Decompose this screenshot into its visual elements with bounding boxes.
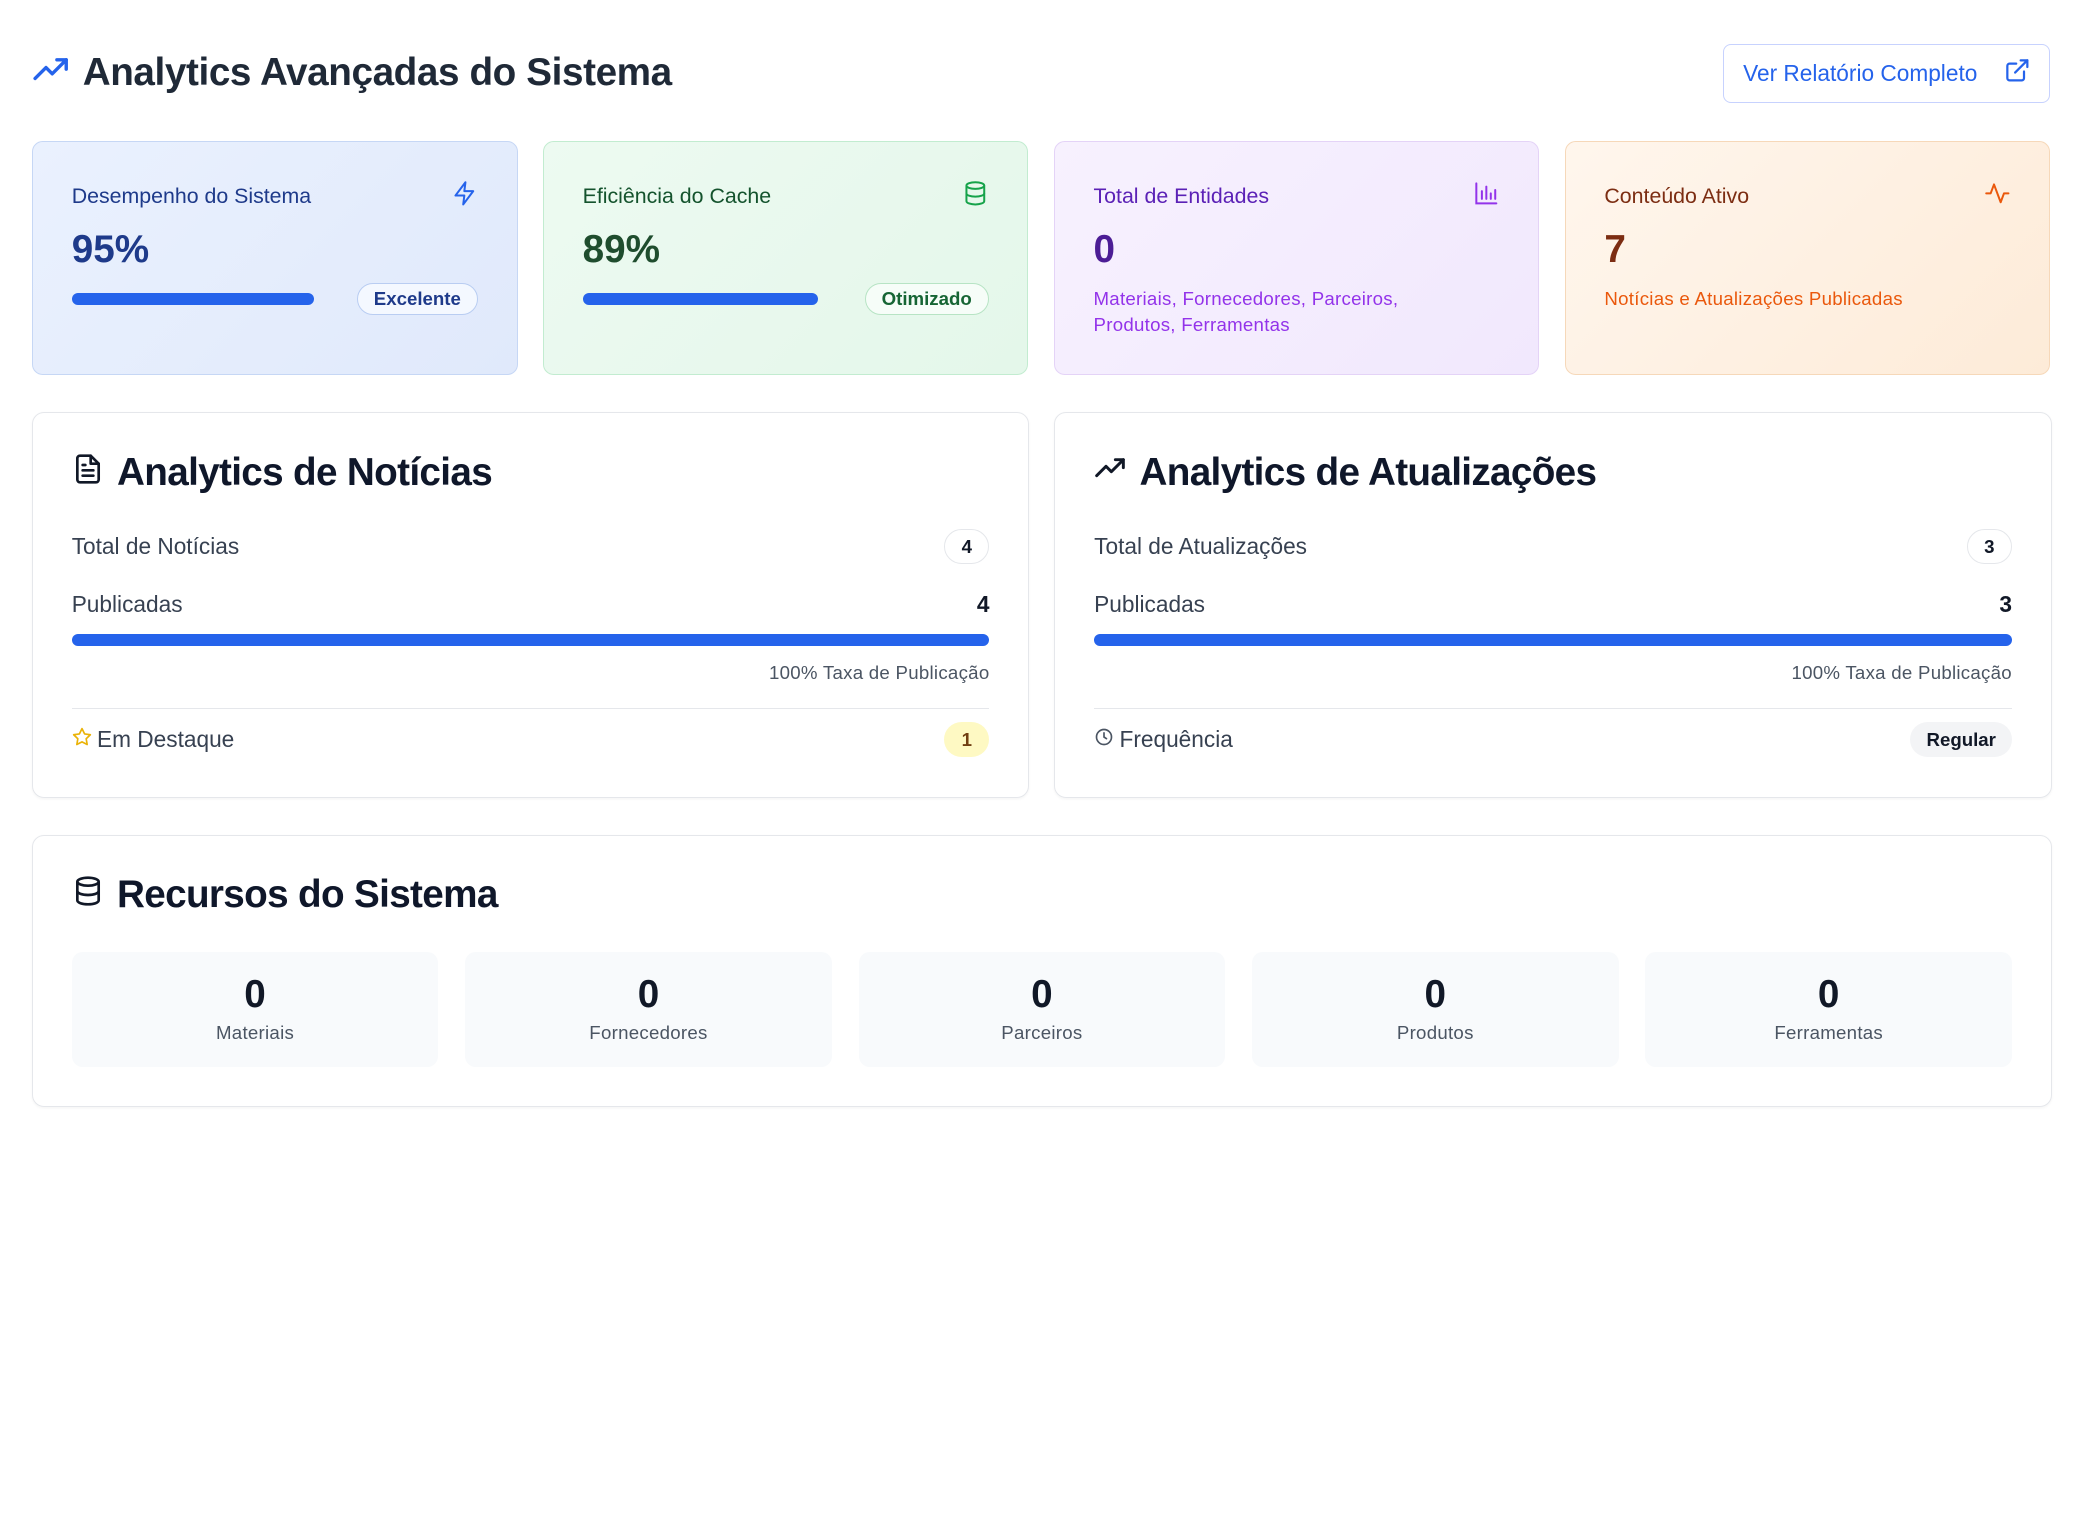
published-count: 3 <box>1999 590 2012 617</box>
resource-label: Materiais <box>216 1022 295 1044</box>
analytics-panels: Analytics de Notícias Total de Notícias … <box>32 412 2052 798</box>
panel-title: Analytics de Notícias <box>72 451 990 495</box>
featured-label: Em Destaque <box>97 726 235 753</box>
panel-title-text: Analytics de Atualizações <box>1139 450 1598 494</box>
count-badge: 4 <box>944 529 990 564</box>
status-badge: Otimizado <box>864 283 989 316</box>
frequency-label: Frequência <box>1119 726 1233 753</box>
bar-chart-icon <box>1473 180 1500 213</box>
zap-icon <box>451 180 478 213</box>
resource-card-tools: 0 Ferramentas <box>1645 952 2013 1067</box>
updates-analytics-panel: Analytics de Atualizações Total de Atual… <box>1054 412 2052 798</box>
resource-card-suppliers: 0 Fornecedores <box>465 952 832 1067</box>
panel-title-text: Analytics de Notícias <box>117 450 493 494</box>
stat-title: Total de Entidades <box>1093 183 1270 208</box>
stat-value: 89% <box>582 228 660 272</box>
resource-card-materials: 0 Materiais <box>71 952 439 1067</box>
stat-subtitle: Notícias e Atualizações Publicadas <box>1604 287 1903 309</box>
stat-value: 95% <box>71 228 150 272</box>
published-label: Publicadas <box>1094 590 1205 617</box>
report-button-label: Ver Relatório Completo <box>1743 59 1978 86</box>
stat-value: 0 <box>1093 228 1116 272</box>
external-link-icon <box>2004 57 2031 90</box>
stat-card-entities: Total de Entidades 0 Materiais, Forneced… <box>1053 141 1540 375</box>
stat-value: 7 <box>1604 228 1626 272</box>
count-badge: 3 <box>1966 529 2012 564</box>
resource-grid: 0 Materiais 0 Fornecedores 0 Parceiros 0… <box>71 952 2013 1067</box>
news-analytics-panel: Analytics de Notícias Total de Notícias … <box>32 412 1030 798</box>
status-badge: Excelente <box>356 283 478 316</box>
page-title: Analytics Avançadas do Sistema <box>82 51 672 95</box>
resource-label: Parceiros <box>1001 1022 1083 1044</box>
resource-label: Ferramentas <box>1774 1022 1884 1044</box>
resource-value: 0 <box>637 973 660 1017</box>
analytics-page: Analytics Avançadas do Sistema Ver Relat… <box>0 0 2092 1154</box>
publication-rate: 100% Taxa de Publicação <box>768 661 990 683</box>
publication-rate: 100% Taxa de Publicação <box>1791 661 2012 683</box>
stat-title: Eficiência do Cache <box>582 183 772 208</box>
progress-bar <box>582 293 818 306</box>
total-updates-label: Total de Atualizações <box>1094 533 1308 560</box>
page-header: Analytics Avançadas do Sistema Ver Relat… <box>32 43 2051 104</box>
star-icon <box>72 726 92 753</box>
resource-card-partners: 0 Parceiros <box>858 952 1226 1067</box>
database-icon <box>962 180 989 213</box>
stat-subtitle: Materiais, Fornecedores, Parceiros, Prod… <box>1093 287 1399 336</box>
resource-value: 0 <box>244 973 266 1017</box>
frequency-badge: Regular <box>1910 722 2012 757</box>
published-label: Publicadas <box>71 590 183 617</box>
resource-value: 0 <box>1424 973 1447 1017</box>
panel-title-text: Recursos do Sistema <box>117 873 498 917</box>
divider <box>71 707 990 709</box>
resource-label: Produtos <box>1396 1022 1474 1044</box>
resource-card-products: 0 Produtos <box>1251 952 1619 1067</box>
activity-icon <box>1984 180 2011 213</box>
view-full-report-button[interactable]: Ver Relatório Completo <box>1723 44 2051 103</box>
trending-up-icon <box>1094 451 1126 495</box>
published-count: 4 <box>976 590 990 617</box>
progress-bar <box>71 633 990 646</box>
stat-card-performance: Desempenho do Sistema 95% Excelente <box>32 141 518 375</box>
stat-cards: Desempenho do Sistema 95% Excelente Efic… <box>32 141 2051 375</box>
featured-count-badge: 1 <box>944 722 990 757</box>
header-title-group: Analytics Avançadas do Sistema <box>32 51 672 95</box>
clock-icon <box>1094 726 1114 753</box>
panel-title: Recursos do Sistema <box>72 873 2012 917</box>
stat-title: Conteúdo Ativo <box>1604 183 1750 208</box>
progress-bar <box>71 293 314 306</box>
total-news-label: Total de Notícias <box>71 533 240 560</box>
stat-card-cache: Eficiência do Cache 89% Otimizado <box>542 141 1029 375</box>
trending-up-icon <box>32 52 69 95</box>
file-text-icon <box>72 451 104 495</box>
resource-value: 0 <box>1031 973 1053 1017</box>
divider <box>1094 707 2012 709</box>
stat-title: Desempenho do Sistema <box>71 183 312 208</box>
resource-value: 0 <box>1817 973 1840 1017</box>
stat-card-active-content: Conteúdo Ativo 7 Notícias e Atualizações… <box>1564 141 2051 375</box>
resource-label: Fornecedores <box>589 1022 708 1044</box>
system-resources-panel: Recursos do Sistema 0 Materiais 0 Fornec… <box>32 835 2052 1108</box>
progress-bar <box>1094 633 2012 646</box>
panel-title: Analytics de Atualizações <box>1094 451 2012 495</box>
database-icon <box>72 873 104 917</box>
